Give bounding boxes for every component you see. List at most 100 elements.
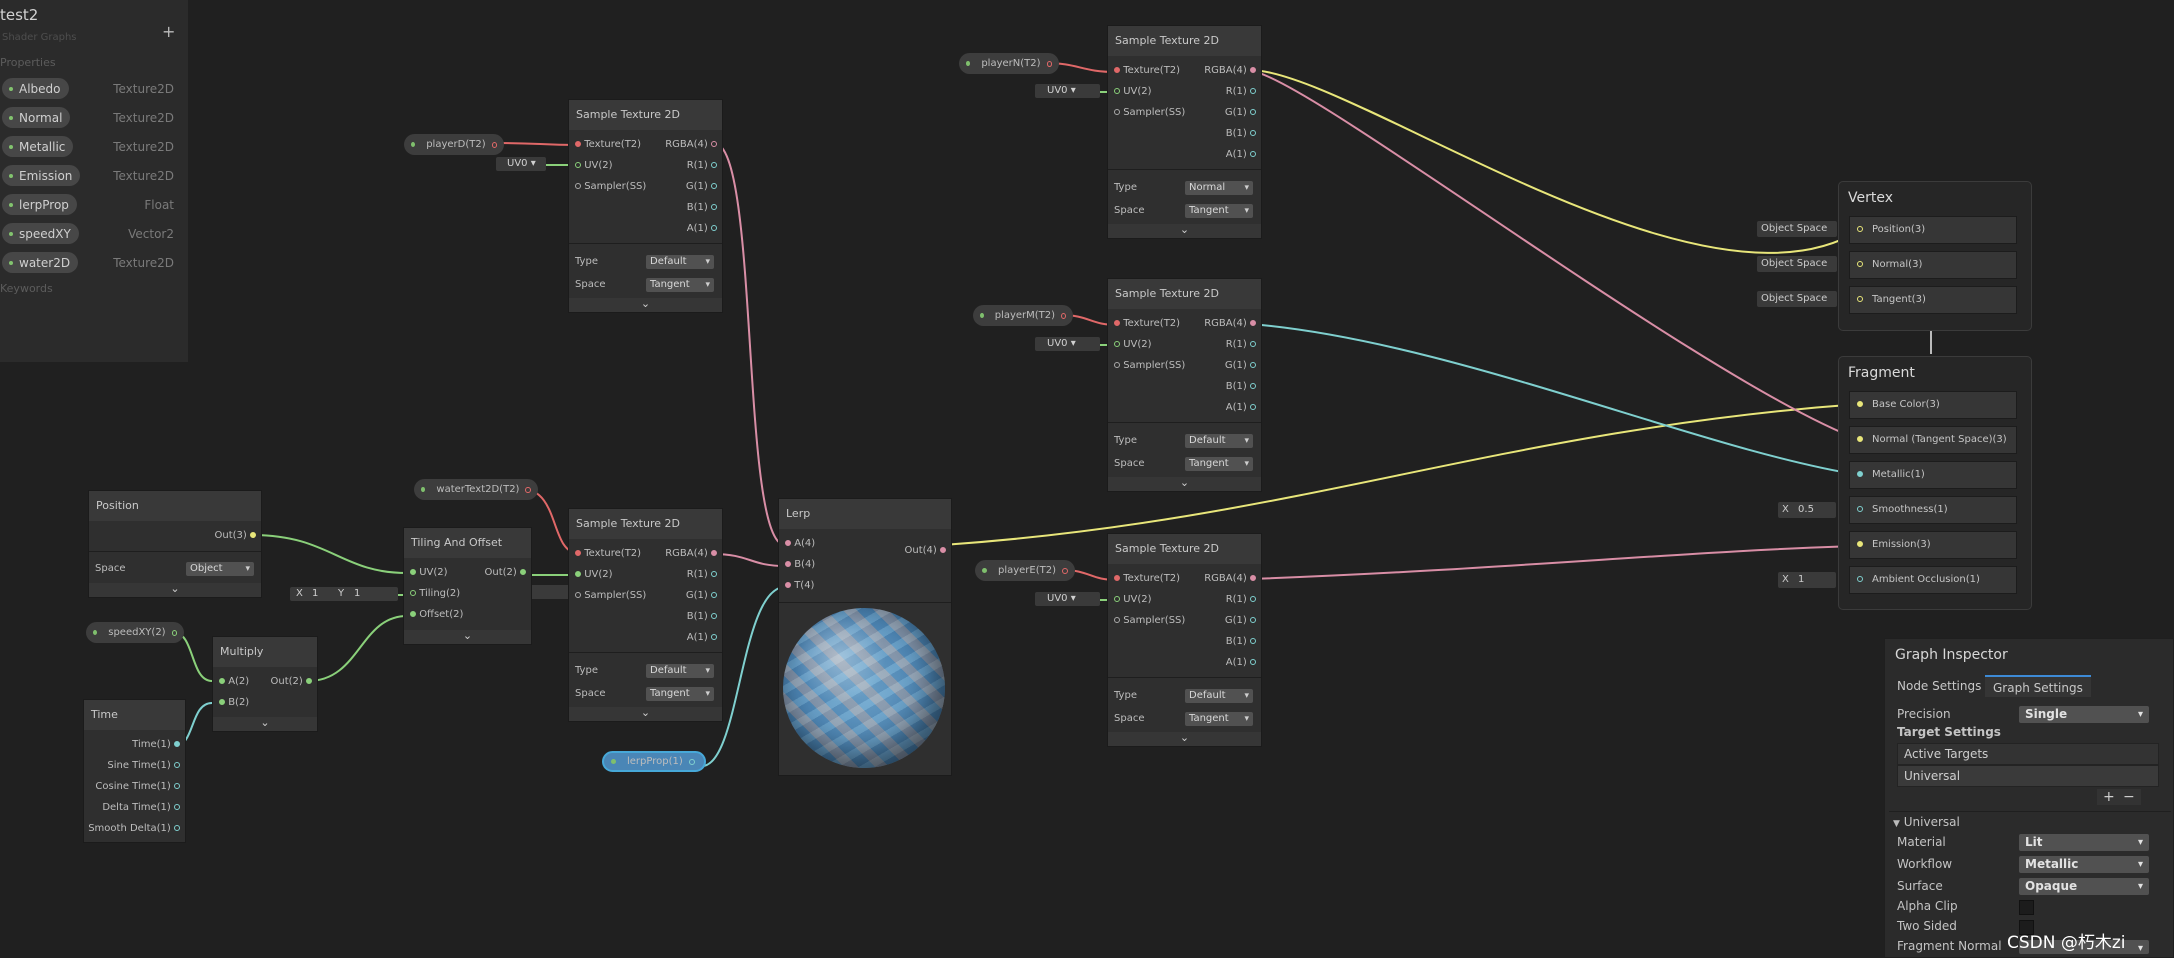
space-dropdown[interactable]: Tangent <box>1185 457 1253 471</box>
fragment-block-normal[interactable]: Normal (Tangent Space)(3) <box>1849 426 2017 454</box>
tiling-y-value[interactable]: 1 <box>354 587 360 601</box>
port-uv[interactable]: UV(2) <box>1114 338 1152 352</box>
sample-texture-node-b[interactable]: Sample Texture 2D Texture(T2) UV(2) Samp… <box>568 508 723 722</box>
port-a[interactable]: A(1) <box>1226 148 1256 162</box>
smoothness-value[interactable]: 0.5 <box>1798 504 1814 515</box>
occlusion-value[interactable]: 1 <box>1798 574 1804 585</box>
property-water2d[interactable]: water2D <box>2 252 79 273</box>
add-property-button[interactable]: + <box>162 22 175 41</box>
port-uv[interactable]: UV(2) <box>575 159 613 173</box>
normal-space-field[interactable]: Object Space <box>1757 256 1837 272</box>
fragment-block-smoothness[interactable]: Smoothness(1) <box>1849 496 2017 524</box>
port-sampler[interactable]: Sampler(SS) <box>575 180 646 194</box>
port-out[interactable]: Out(4) <box>905 544 946 558</box>
port-t[interactable]: T(4) <box>785 579 814 593</box>
sample-texture-node-a[interactable]: Sample Texture 2D Texture(T2) UV(2) Samp… <box>568 99 723 313</box>
type-dropdown[interactable]: Default <box>646 255 714 269</box>
port-sampler[interactable]: Sampler(SS) <box>1114 359 1185 373</box>
multiply-node[interactable]: Multiply A(2) B(2) Out(2) ⌄ <box>212 636 318 732</box>
pill-speedXY[interactable]: speedXY(2) <box>86 622 184 643</box>
collapse-chevron-icon[interactable]: ⌄ <box>1108 476 1261 489</box>
port-uv[interactable]: UV(2) <box>410 566 448 580</box>
sample-texture-node-n[interactable]: Sample Texture 2D Texture(T2) UV(2) Samp… <box>1107 25 1262 239</box>
port-texture[interactable]: Texture(T2) <box>1114 317 1180 331</box>
uv-dropdown[interactable]: UV0 ▾ <box>496 157 546 171</box>
uv-dropdown[interactable]: UV0 ▾ <box>1035 592 1100 606</box>
port-b[interactable]: B(1) <box>687 201 717 215</box>
smoothness-field[interactable]: X 0.5 <box>1778 502 1836 518</box>
pill-playerN[interactable]: playerN(T2) <box>959 53 1059 74</box>
remove-target-button[interactable]: − <box>2123 789 2135 805</box>
port-a[interactable]: A(1) <box>1226 401 1256 415</box>
port-cosine-time[interactable]: Cosine Time(1) <box>95 780 180 794</box>
port-b[interactable]: B(1) <box>687 610 717 624</box>
collapse-chevron-icon[interactable]: ⌄ <box>213 716 317 729</box>
port-a[interactable]: A(1) <box>1226 656 1256 670</box>
port-r[interactable]: R(1) <box>687 159 717 173</box>
type-dropdown[interactable]: Default <box>646 664 714 678</box>
uv-dropdown[interactable]: UV0 ▾ <box>1035 337 1100 351</box>
port-b[interactable]: B(1) <box>1226 380 1256 394</box>
property-emission[interactable]: Emission <box>2 165 81 186</box>
port-g[interactable]: G(1) <box>1225 359 1256 373</box>
pill-waterText2D[interactable]: waterText2D(T2) <box>414 479 538 500</box>
space-dropdown[interactable]: Tangent <box>1185 204 1253 218</box>
alpha-clip-checkbox[interactable] <box>2019 900 2034 915</box>
port-b[interactable]: B(1) <box>1226 127 1256 141</box>
port-rgba[interactable]: RGBA(4) <box>665 138 717 152</box>
position-node[interactable]: Position Out(3) Space Object ⌄ <box>88 490 262 598</box>
port-b[interactable]: B(4) <box>785 558 815 572</box>
port-uv[interactable]: UV(2) <box>575 568 613 582</box>
collapse-chevron-icon[interactable]: ⌄ <box>404 629 531 642</box>
space-dropdown[interactable]: Tangent <box>1185 712 1253 726</box>
type-dropdown[interactable]: Default <box>1185 689 1253 703</box>
port-g[interactable]: G(1) <box>686 589 717 603</box>
space-dropdown[interactable]: Object <box>186 562 254 576</box>
type-dropdown[interactable]: Normal <box>1185 181 1253 195</box>
uv-dropdown[interactable]: UV0 ▾ <box>1035 84 1100 98</box>
property-normal[interactable]: Normal <box>2 107 71 128</box>
collapse-chevron-icon[interactable]: ⌄ <box>1108 223 1261 236</box>
space-dropdown[interactable]: Tangent <box>646 687 714 701</box>
port-sampler[interactable]: Sampler(SS) <box>1114 614 1185 628</box>
port-uv[interactable]: UV(2) <box>1114 85 1152 99</box>
port-b[interactable]: B(1) <box>1226 635 1256 649</box>
port-r[interactable]: R(1) <box>1226 593 1256 607</box>
fragment-block-base-color[interactable]: Base Color(3) <box>1849 391 2017 419</box>
port-a[interactable]: A(2) <box>219 675 249 689</box>
port-a[interactable]: A(1) <box>687 222 717 236</box>
port-rgba[interactable]: RGBA(4) <box>1204 317 1256 331</box>
property-speedxy[interactable]: speedXY <box>2 223 79 244</box>
fragment-block-ambient-occlusion[interactable]: Ambient Occlusion(1) <box>1849 566 2017 594</box>
fragment-context[interactable]: Fragment Base Color(3) Normal (Tangent S… <box>1838 356 2032 610</box>
tangent-space-field[interactable]: Object Space <box>1757 291 1837 307</box>
tiling-vector-field[interactable]: X 1 Y 1 <box>290 587 398 601</box>
pill-playerD[interactable]: playerD(T2) <box>404 134 504 155</box>
port-a[interactable]: A(1) <box>687 631 717 645</box>
port-rgba[interactable]: RGBA(4) <box>665 547 717 561</box>
port-uv[interactable]: UV(2) <box>1114 593 1152 607</box>
port-offset[interactable]: Offset(2) <box>410 608 463 622</box>
time-node[interactable]: Time Time(1) Sine Time(1) Cosine Time(1)… <box>83 699 186 843</box>
fragment-block-emission[interactable]: Emission(3) <box>1849 531 2017 559</box>
vertex-block-normal[interactable]: Normal(3) <box>1849 251 2017 279</box>
port-g[interactable]: G(1) <box>1225 614 1256 628</box>
space-dropdown[interactable]: Tangent <box>646 278 714 292</box>
pill-lerpProp[interactable]: lerpProp(1) <box>602 751 706 772</box>
port-sampler[interactable]: Sampler(SS) <box>1114 106 1185 120</box>
collapse-chevron-icon[interactable]: ⌄ <box>1108 731 1261 744</box>
tiling-x-value[interactable]: 1 <box>312 587 318 601</box>
property-lerpprop[interactable]: lerpProp <box>2 194 77 215</box>
collapse-chevron-icon[interactable]: ⌄ <box>569 706 722 719</box>
workflow-dropdown[interactable]: Metallic <box>2019 856 2149 873</box>
port-rgba[interactable]: RGBA(4) <box>1204 64 1256 78</box>
vertex-context[interactable]: Vertex Position(3) Normal(3) Tangent(3) <box>1838 181 2032 331</box>
port-out[interactable]: Out(2) <box>485 566 526 580</box>
pill-playerE[interactable]: playerE(T2) <box>975 560 1075 581</box>
collapse-chevron-icon[interactable]: ⌄ <box>89 582 261 595</box>
port-out[interactable]: Out(2) <box>271 675 312 689</box>
port-g[interactable]: G(1) <box>1225 106 1256 120</box>
position-space-field[interactable]: Object Space <box>1757 221 1837 237</box>
port-r[interactable]: R(1) <box>687 568 717 582</box>
occlusion-field[interactable]: X 1 <box>1778 572 1836 588</box>
